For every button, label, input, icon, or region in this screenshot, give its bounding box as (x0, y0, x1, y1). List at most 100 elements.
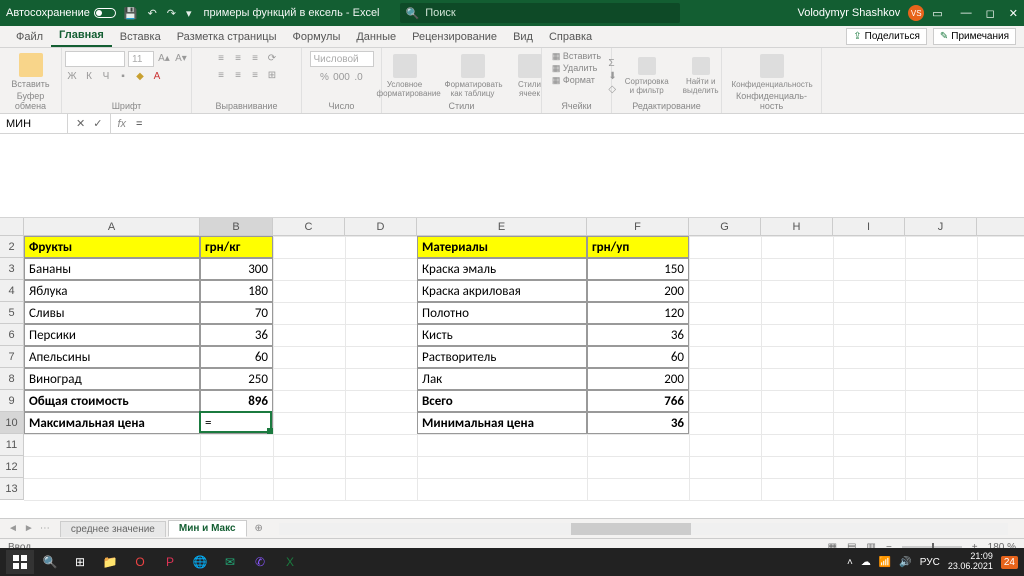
qat-more-icon[interactable]: ▾ (186, 7, 192, 20)
cell-B10[interactable]: = (200, 412, 273, 434)
cell-E5[interactable]: Полотно (417, 302, 587, 324)
taskbar-app-explorer[interactable]: 📁 (96, 550, 124, 574)
col-header-F[interactable]: F (587, 218, 689, 235)
name-box[interactable]: МИН (0, 114, 68, 133)
row-header-8[interactable]: 8 (0, 368, 23, 390)
cell-E3[interactable]: Краска эмаль (417, 258, 587, 280)
system-tray[interactable]: ˄ ☁ 📶 🔊 РУС 21:0923.06.2021 24 (847, 552, 1018, 572)
cell-E7[interactable]: Растворитель (417, 346, 587, 368)
taskbar-search-icon[interactable]: 🔍 (36, 550, 64, 574)
row-header-4[interactable]: 4 (0, 280, 23, 302)
comments-button[interactable]: ✎Примечания (933, 28, 1016, 45)
format-table-button[interactable]: Форматировать как таблицу (441, 52, 505, 100)
format-cells[interactable]: ▦ Формат (552, 75, 595, 86)
col-header-B[interactable]: B (200, 218, 273, 235)
underline-icon[interactable]: Ч (99, 69, 113, 83)
cell-A8[interactable]: Виноград (24, 368, 200, 390)
row-header-12[interactable]: 12 (0, 456, 23, 478)
col-header-H[interactable]: H (761, 218, 833, 235)
cell-F7[interactable]: 60 (587, 346, 689, 368)
col-header-G[interactable]: G (689, 218, 761, 235)
tab-formulas[interactable]: Формулы (284, 27, 348, 47)
cell-A4[interactable]: Яблука (24, 280, 200, 302)
taskbar-app-viber[interactable]: ✆ (246, 550, 274, 574)
tray-cloud-icon[interactable]: ☁ (861, 557, 871, 568)
cell-E4[interactable]: Краска акриловая (417, 280, 587, 302)
row-header-6[interactable]: 6 (0, 324, 23, 346)
ribbon-mode-icon[interactable]: ▭ (932, 7, 942, 20)
delete-cells[interactable]: ▦ Удалить (552, 63, 597, 74)
row-header-13[interactable]: 13 (0, 478, 23, 500)
tab-home[interactable]: Главная (51, 25, 112, 47)
tab-data[interactable]: Данные (348, 27, 404, 47)
cell-F6[interactable]: 36 (587, 324, 689, 346)
font-family[interactable] (65, 51, 125, 67)
tab-file[interactable]: Файл (8, 27, 51, 47)
accept-formula-icon[interactable]: ✓ (93, 117, 102, 130)
row-header-7[interactable]: 7 (0, 346, 23, 368)
avatar[interactable]: VS (908, 5, 924, 21)
confidentiality-button[interactable]: Конфиденциальность (728, 52, 816, 91)
cell-A2[interactable]: Фрукты (24, 236, 200, 258)
formula-input[interactable]: = (132, 118, 1024, 130)
share-button[interactable]: ⇪Поделиться (846, 28, 927, 45)
save-icon[interactable]: 💾 (124, 7, 138, 20)
redo-icon[interactable]: ↷ (167, 7, 176, 20)
cell-B5[interactable]: 70 (200, 302, 273, 324)
tray-chevron-icon[interactable]: ˄ (847, 557, 853, 568)
tab-layout[interactable]: Разметка страницы (169, 27, 285, 47)
tray-clock[interactable]: 21:0923.06.2021 (948, 552, 993, 572)
cell-B4[interactable]: 180 (200, 280, 273, 302)
cell-B2[interactable]: грн/кг (200, 236, 273, 258)
italic-icon[interactable]: К (82, 69, 96, 83)
user-name[interactable]: Volodymyr Shashkov (798, 7, 901, 19)
find-select-button[interactable]: Найти и выделить (677, 55, 725, 97)
cell-B3[interactable]: 300 (200, 258, 273, 280)
close-icon[interactable]: ✕ (1009, 7, 1018, 20)
col-header-I[interactable]: I (833, 218, 905, 235)
taskbar-app-opera[interactable]: O (126, 550, 154, 574)
tray-wifi-icon[interactable]: 📶 (879, 557, 891, 568)
cell-A7[interactable]: Апельсины (24, 346, 200, 368)
cell-E2[interactable]: Материалы (417, 236, 587, 258)
toggle-switch[interactable] (94, 8, 116, 18)
undo-icon[interactable]: ↶ (148, 7, 157, 20)
cell-F4[interactable]: 200 (587, 280, 689, 302)
col-header-C[interactable]: C (273, 218, 345, 235)
tab-help[interactable]: Справка (541, 27, 600, 47)
font-size[interactable] (128, 51, 154, 67)
tray-lang[interactable]: РУС (920, 557, 940, 568)
sheet-next-icon[interactable]: ► (24, 523, 34, 534)
row-header-2[interactable]: 2 (0, 236, 23, 258)
cell-B9[interactable]: 896 (200, 390, 273, 412)
taskbar-app-chrome[interactable]: 🌐 (186, 550, 214, 574)
paste-button[interactable]: Вставить (7, 51, 53, 91)
cell-A10[interactable]: Максимальная цена (24, 412, 200, 434)
insert-cells[interactable]: ▦ Вставить (552, 51, 601, 62)
sort-filter-button[interactable]: Сортировка и фильтр (621, 55, 673, 97)
cell-B6[interactable]: 36 (200, 324, 273, 346)
cell-F9[interactable]: 766 (587, 390, 689, 412)
row-header-5[interactable]: 5 (0, 302, 23, 324)
number-format[interactable] (310, 51, 374, 67)
col-header-E[interactable]: E (417, 218, 587, 235)
tray-volume-icon[interactable]: 🔊 (899, 557, 911, 568)
tray-notification-badge[interactable]: 24 (1001, 556, 1018, 569)
cell-E6[interactable]: Кисть (417, 324, 587, 346)
horizontal-scrollbar[interactable] (279, 523, 1008, 535)
col-header-A[interactable]: A (24, 218, 200, 235)
cell-A6[interactable]: Персики (24, 324, 200, 346)
taskbar-app-outlook[interactable]: ✉ (216, 550, 244, 574)
cell-B7[interactable]: 60 (200, 346, 273, 368)
add-sheet-button[interactable]: ⊕ (249, 521, 269, 536)
search-box[interactable]: 🔍 Поиск (400, 3, 680, 23)
row-header-10[interactable]: 10 (0, 412, 23, 434)
col-header-D[interactable]: D (345, 218, 417, 235)
autosave-toggle[interactable]: Автосохранение (6, 7, 116, 19)
taskbar-app-excel[interactable]: X (276, 550, 304, 574)
sheet-prev-icon[interactable]: ◄ (8, 523, 18, 534)
fill-color-icon[interactable]: ◆ (133, 69, 147, 83)
cancel-formula-icon[interactable]: ✕ (76, 117, 85, 130)
row-header-11[interactable]: 11 (0, 434, 23, 456)
taskbar-taskview-icon[interactable]: ⊞ (66, 550, 94, 574)
